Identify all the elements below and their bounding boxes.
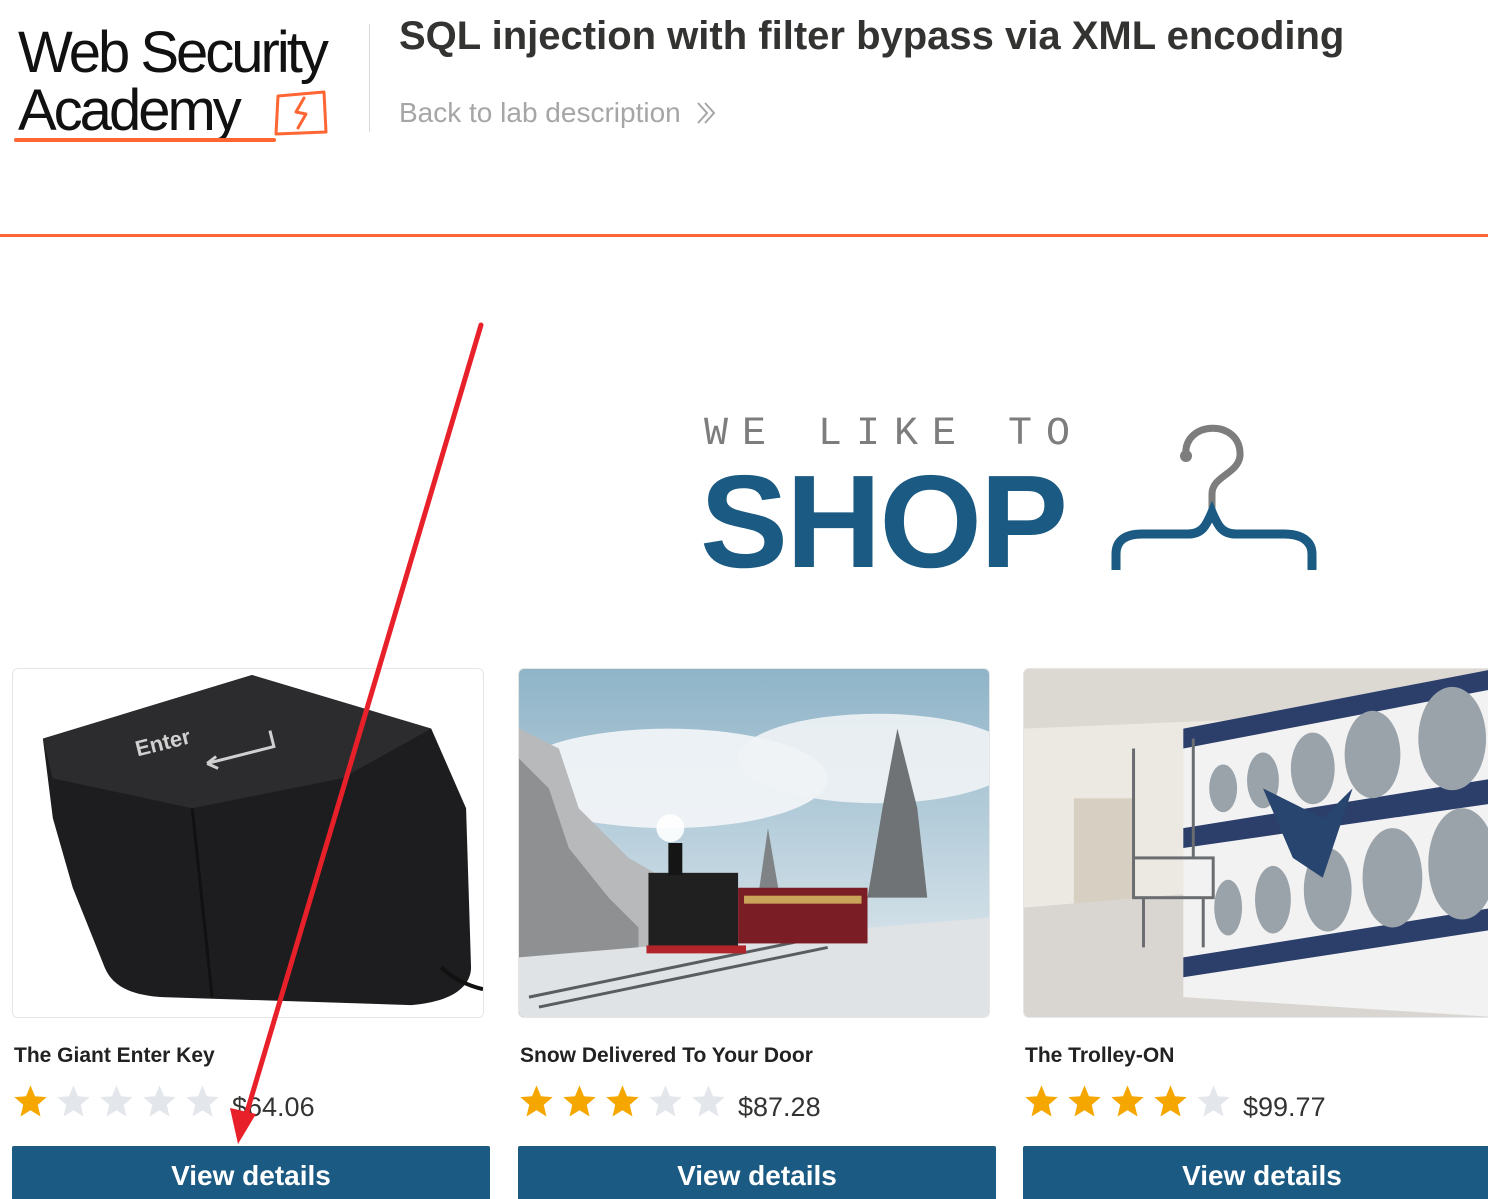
star-empty-icon xyxy=(1197,1084,1230,1116)
laundromat-image xyxy=(1023,668,1488,1018)
star-filled-icon xyxy=(1111,1084,1144,1116)
header-orange-divider xyxy=(0,234,1488,237)
giant-enter-key-image: Enter xyxy=(12,668,484,1018)
web-security-academy-logo[interactable]: Web Security Academy xyxy=(14,22,364,150)
product-name[interactable]: The Trolley-ON xyxy=(1025,1044,1174,1068)
header-divider xyxy=(369,24,370,132)
product-price: $64.06 xyxy=(232,1092,315,1122)
hanger-icon xyxy=(1111,424,1317,570)
star-empty-icon xyxy=(186,1084,219,1116)
double-chevron-right-icon xyxy=(696,102,716,124)
star-filled-icon xyxy=(606,1084,639,1116)
product-price: $99.77 xyxy=(1243,1092,1326,1122)
lab-title: SQL injection with filter bypass via XML… xyxy=(399,14,1345,58)
star-filled-icon xyxy=(563,1084,596,1116)
logo-underline xyxy=(14,138,276,142)
snow-train-image xyxy=(518,668,990,1018)
logo-text-line1: Web Security xyxy=(18,20,329,85)
star-rating xyxy=(1023,1082,1232,1120)
star-filled-icon xyxy=(1154,1084,1187,1116)
star-rating xyxy=(12,1082,221,1120)
product-name[interactable]: Snow Delivered To Your Door xyxy=(520,1044,813,1068)
star-filled-icon xyxy=(1068,1084,1101,1116)
back-link-label: Back to lab description xyxy=(399,97,681,128)
product-card: Enter The Giant Enter Key $64.06 View de… xyxy=(12,668,490,1199)
product-name[interactable]: The Giant Enter Key xyxy=(14,1044,215,1068)
star-rating xyxy=(518,1082,727,1120)
banner-headline: SHOP xyxy=(700,448,1068,595)
product-price: $87.28 xyxy=(738,1092,821,1122)
product-card: The Trolley-ON $99.77 View details xyxy=(1023,668,1488,1199)
star-filled-icon xyxy=(14,1084,47,1116)
view-details-button[interactable]: View details xyxy=(518,1146,996,1199)
star-empty-icon xyxy=(649,1084,682,1116)
logo-lightning-box-icon xyxy=(274,90,328,136)
star-filled-icon xyxy=(1025,1084,1058,1116)
logo-text-line2: Academy xyxy=(18,78,242,143)
star-empty-icon xyxy=(57,1084,90,1116)
star-empty-icon xyxy=(143,1084,176,1116)
star-empty-icon xyxy=(692,1084,725,1116)
star-empty-icon xyxy=(100,1084,133,1116)
star-filled-icon xyxy=(520,1084,553,1116)
view-details-button[interactable]: View details xyxy=(12,1146,490,1199)
back-to-lab-description-link[interactable]: Back to lab description xyxy=(399,97,717,129)
product-card: Snow Delivered To Your Door $87.28 View … xyxy=(518,668,996,1199)
view-details-button[interactable]: View details xyxy=(1023,1146,1488,1199)
